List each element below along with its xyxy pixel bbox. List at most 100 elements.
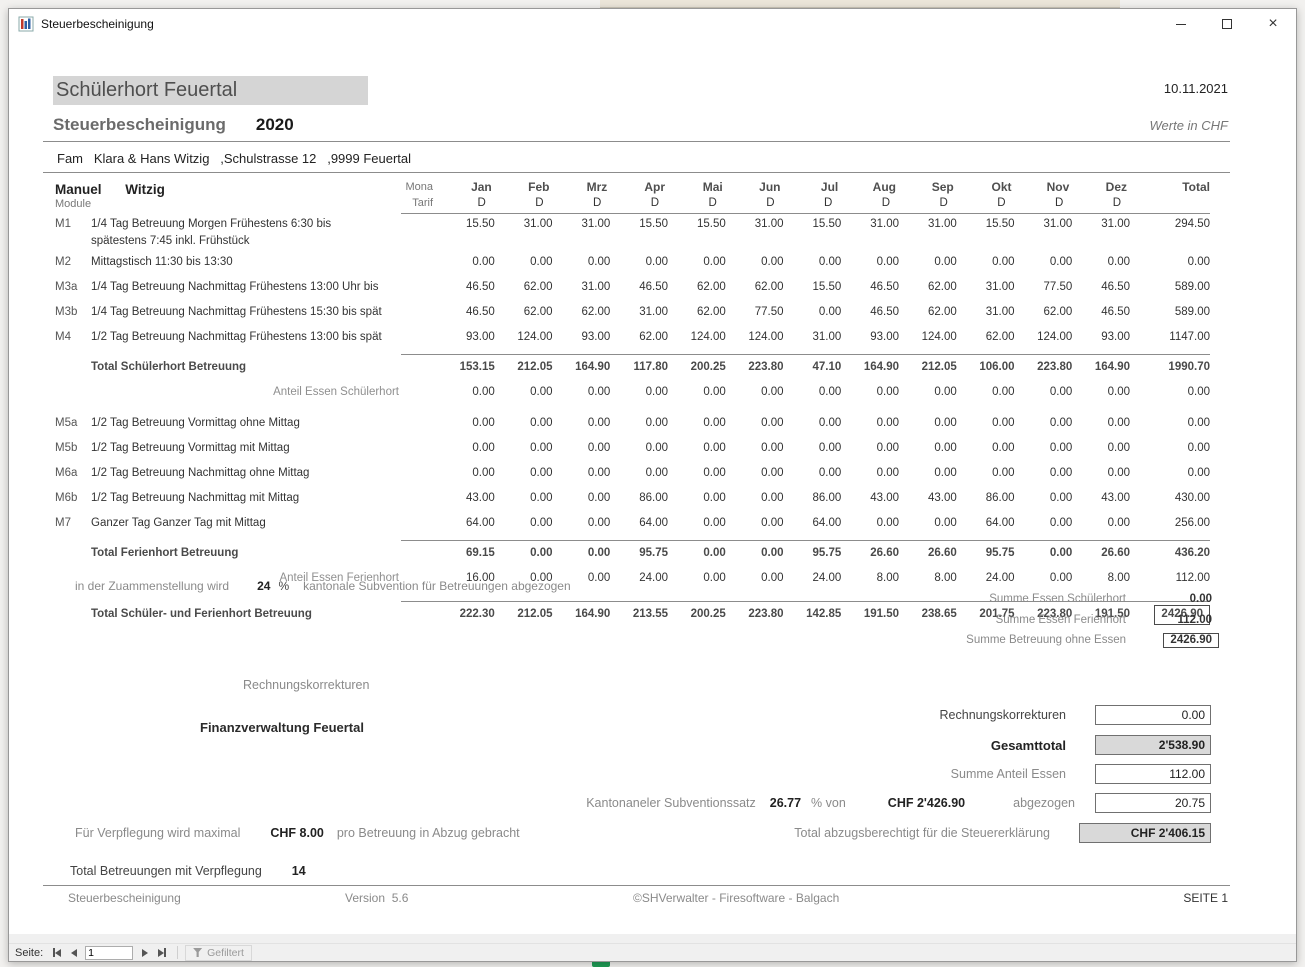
table-row: Total Ferienhort Betreuung 69.15 0.00 0.… (55, 540, 1210, 568)
month-value-aug: 191.50 (841, 601, 899, 625)
table-body: M1 1/4 Tag Betreuung Morgen Frühestens 6… (55, 214, 1210, 629)
month-value-mai: 0.00 (668, 568, 726, 589)
month-value-aug: 93.00 (841, 327, 899, 348)
month-value-jun: 62.00 (726, 277, 784, 298)
month-value-jan: 0.00 (437, 382, 495, 403)
month-value-apr: 0.00 (610, 463, 668, 484)
table-row: M6b 1/2 Tag Betreuung Nachmittag mit Mit… (55, 488, 1210, 513)
month-value-mrz: 0.00 (553, 382, 611, 403)
month-value-okt: 0.00 (957, 252, 1015, 273)
month-value-jun: 31.00 (726, 214, 784, 235)
table-row: Anteil Essen Schülerhort 0.00 0.00 0.00 … (55, 382, 1210, 407)
month-value-okt: 0.00 (957, 382, 1015, 403)
summary-block: Summe Essen Schülerhort 0.00 Summe Essen… (966, 589, 1212, 651)
month-header: Mai D (668, 179, 726, 214)
maximize-button[interactable] (1204, 9, 1250, 39)
month-value-jul: 64.00 (784, 513, 842, 534)
month-value-jun: 0.00 (726, 488, 784, 509)
background-window-edge (600, 0, 1120, 8)
module-code: M3a (55, 277, 91, 298)
module-label: Total Schüler- und Ferienhort Betreuung (91, 601, 401, 629)
summary-row: Summe Essen Ferienhort 112.00 (966, 610, 1212, 631)
minimize-button[interactable] (1158, 9, 1204, 39)
row-total: 1147.00 (1130, 327, 1210, 348)
page-nav-label: Seite: (15, 947, 43, 959)
month-value-sep: 238.65 (899, 601, 957, 625)
month-value-sep: 0.00 (899, 438, 957, 459)
filter-button[interactable]: Gefiltert (185, 945, 252, 961)
close-icon: × (1268, 16, 1277, 32)
row-total: 0.00 (1130, 438, 1210, 459)
filter-label: Gefiltert (207, 947, 244, 959)
month-value-sep: 0.00 (899, 513, 957, 534)
month-value-apr: 86.00 (610, 488, 668, 509)
module-label: 1/2 Tag Betreuung Nachmittag Frühestens … (91, 327, 401, 352)
footer-copyright: ©SHVerwalter - Firesoftware - Balgach (633, 891, 839, 905)
current-page-input[interactable] (85, 946, 133, 960)
month-value-dez: 0.00 (1072, 382, 1130, 403)
row-total: 256.00 (1130, 513, 1210, 534)
document-year: 2020 (256, 115, 294, 135)
module-label: Anteil Essen Schülerhort (91, 382, 401, 407)
month-value-jul: 0.00 (784, 463, 842, 484)
month-value-jan: 0.00 (437, 413, 495, 434)
nav-separator (177, 946, 178, 959)
month-value-okt: 31.00 (957, 302, 1015, 323)
month-header: Sep D (899, 179, 957, 214)
module-code: M5b (55, 438, 91, 459)
row-total: 1990.70 (1130, 354, 1210, 378)
month-value-jun: 0.00 (726, 252, 784, 273)
month-value-nov: 0.00 (1015, 540, 1073, 564)
month-value-mai: 0.00 (668, 438, 726, 459)
month-value-nov: 124.00 (1015, 327, 1073, 348)
month-headers: Jan D Feb D Mrz D (437, 179, 1130, 214)
month-value-feb: 0.00 (495, 463, 553, 484)
month-value-nov: 0.00 (1015, 488, 1073, 509)
month-value-sep: 212.05 (899, 354, 957, 378)
modules-table: Module Mona Tarif Jan D Feb (55, 179, 1210, 629)
field-gesamttotal: Gesamttotal 2'538.90 (991, 734, 1211, 756)
month-value-nov: 77.50 (1015, 277, 1073, 298)
first-page-button[interactable] (48, 945, 65, 960)
month-value-aug: 43.00 (841, 488, 899, 509)
table-row: M5b 1/2 Tag Betreuung Vormittag mit Mitt… (55, 438, 1210, 463)
month-value-jan: 46.50 (437, 302, 495, 323)
month-value-okt: 24.00 (957, 568, 1015, 589)
month-value-mrz: 31.00 (553, 214, 611, 235)
month-value-dez: 46.50 (1072, 302, 1130, 323)
last-page-button[interactable] (153, 945, 170, 960)
month-value-dez: 43.00 (1072, 488, 1130, 509)
month-value-apr: 0.00 (610, 382, 668, 403)
month-value-okt: 31.00 (957, 277, 1015, 298)
month-value-feb: 0.00 (495, 413, 553, 434)
month-value-nov: 62.00 (1015, 302, 1073, 323)
titlebar: Steuerbescheinigung × (9, 9, 1296, 39)
betreuungen-count: Total Betreuungen mit Verpflegung 14 (70, 861, 306, 881)
month-value-feb: 62.00 (495, 277, 553, 298)
month-value-jul: 142.85 (784, 601, 842, 625)
month-value-sep: 0.00 (899, 252, 957, 273)
month-value-aug: 46.50 (841, 302, 899, 323)
month-value-sep: 0.00 (899, 382, 957, 403)
month-value-aug: 0.00 (841, 463, 899, 484)
previous-page-button[interactable] (65, 945, 82, 960)
month-value-mrz: 164.90 (553, 601, 611, 625)
module-label: 1/2 Tag Betreuung Vormittag ohne Mittag (91, 413, 401, 438)
month-value-okt: 0.00 (957, 463, 1015, 484)
month-value-dez: 31.00 (1072, 214, 1130, 235)
month-value-mrz: 0.00 (553, 252, 611, 273)
month-header: Aug D (841, 179, 899, 214)
row-total: 0.00 (1130, 413, 1210, 434)
month-value-sep: 124.00 (899, 327, 957, 348)
filter-icon (193, 948, 202, 957)
month-value-nov: 0.00 (1015, 382, 1073, 403)
close-button[interactable]: × (1250, 9, 1296, 39)
month-value-dez: 0.00 (1072, 252, 1130, 273)
month-header: Dez D (1072, 179, 1130, 214)
month-value-mrz: 62.00 (553, 302, 611, 323)
module-label: 1/2 Tag Betreuung Nachmittag ohne Mittag (91, 463, 401, 488)
row-total: 589.00 (1130, 302, 1210, 323)
bottom-bar: Seite: Gefiltert (9, 934, 1296, 961)
month-value-sep: 8.00 (899, 568, 957, 589)
next-page-button[interactable] (136, 945, 153, 960)
